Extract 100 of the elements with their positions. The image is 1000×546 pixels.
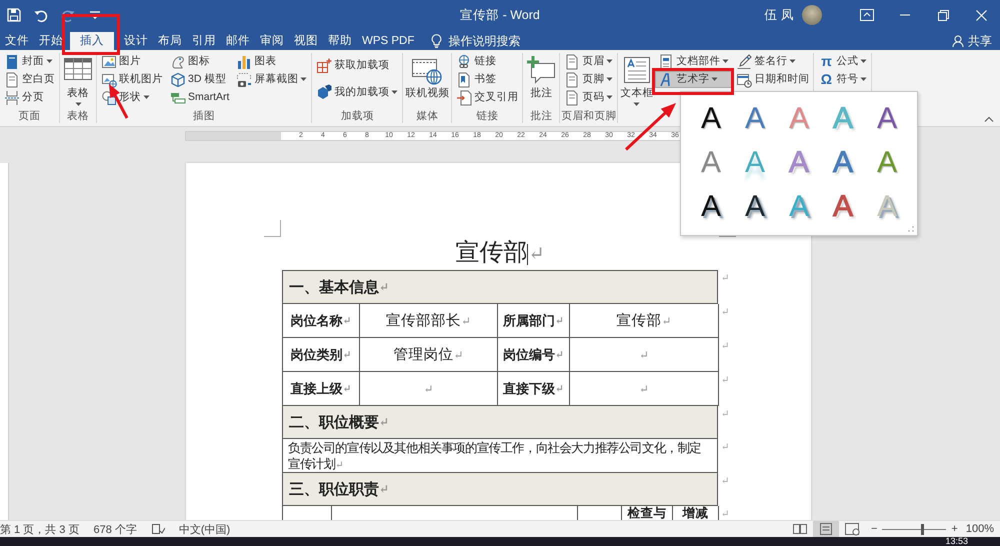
view-button[interactable] <box>812 521 839 537</box>
ribbon-button[interactable]: 图片 <box>98 53 166 70</box>
ribbon-button[interactable]: 表格 <box>61 53 95 108</box>
ribbon-button[interactable]: 联机视频 <box>404 53 450 102</box>
ribbon-button[interactable]: 链接 <box>453 53 522 70</box>
cross-reference-icon <box>456 90 472 106</box>
table-cell: 二、职位概要↵ <box>283 406 718 439</box>
group-label: 插图 <box>193 110 216 122</box>
table-cell: 所属部门↵ <box>498 304 570 338</box>
ribbon-button[interactable]: 艺术字 <box>655 71 732 88</box>
clock-time[interactable]: 13:53 <box>945 537 968 546</box>
group-label: 批注 <box>530 110 552 122</box>
print-view-icon <box>818 522 834 536</box>
bookmark-icon <box>456 72 472 88</box>
ribbon-tab[interactable]: WPS PDF <box>357 32 420 50</box>
page-icon <box>4 72 20 88</box>
user-name: 伍 凤 <box>764 6 794 24</box>
page-count[interactable]: 第 1 页，共 3 页 <box>0 522 80 536</box>
ribbon-button[interactable]: 图标 <box>167 53 232 70</box>
collapse-ribbon-icon[interactable] <box>984 116 994 122</box>
ribbon-button[interactable]: π 公式 <box>815 53 870 70</box>
group-label: 页面 <box>18 110 40 122</box>
ribbon-button[interactable]: 页码 <box>561 89 616 106</box>
tell-me-search[interactable]: 操作说明搜索 <box>448 32 520 50</box>
group-label: 链接 <box>476 110 498 122</box>
ribbon-button[interactable]: Ω 符号 <box>815 71 870 88</box>
share-button[interactable]: 共享 <box>944 32 1000 50</box>
ribbon-tab[interactable]: 插入 <box>70 32 114 50</box>
wordart-style-option[interactable]: A <box>832 146 853 180</box>
margin-mark <box>264 220 281 237</box>
save-icon[interactable] <box>6 7 22 23</box>
page-icon <box>564 54 580 70</box>
ribbon-tab[interactable]: 邮件 <box>221 32 255 50</box>
group-label: 表格 <box>67 110 89 122</box>
ribbon-button[interactable]: 书签 <box>453 71 522 88</box>
ribbon-tab[interactable]: 视图 <box>289 32 323 50</box>
table-cell: 管理岗位↵ <box>360 338 498 372</box>
page-icon <box>564 90 580 106</box>
ribbon-button[interactable]: 文档部件 <box>655 53 732 70</box>
ribbon-tab[interactable]: 引用 <box>187 32 221 50</box>
comment-plus-icon <box>525 55 558 85</box>
grid-plus-icon <box>316 58 332 74</box>
ribbon-button[interactable]: 封面 <box>1 53 58 70</box>
group-label: 加载项 <box>340 110 374 122</box>
ribbon-button[interactable]: 空白页 <box>1 71 58 88</box>
cover-page-icon <box>4 54 20 70</box>
minimize-icon[interactable] <box>900 14 910 16</box>
blocks-icon <box>316 84 332 100</box>
ribbon-button[interactable]: 我的加载项 <box>313 84 402 101</box>
avatar[interactable] <box>802 5 822 25</box>
ribbon-button[interactable]: 交叉引用 <box>453 89 522 106</box>
ribbon-button[interactable]: 签名行 <box>733 53 812 70</box>
resize-grip-icon[interactable] <box>908 226 914 232</box>
ribbon-tab[interactable]: 文件 <box>0 32 34 50</box>
ribbon-button[interactable]: 图表 <box>233 53 310 70</box>
ribbon-button[interactable]: 获取加载项 <box>313 57 402 74</box>
zoom-in-button[interactable]: + <box>951 523 958 535</box>
end-of-row-mark: ↵ <box>721 442 730 453</box>
wordart-style-option[interactable]: A <box>700 190 721 224</box>
document-parts-icon <box>658 54 674 70</box>
ribbon-button[interactable]: 屏幕截图 <box>233 71 310 88</box>
end-of-row-mark: ↵ <box>721 307 730 318</box>
zoom-slider-thumb[interactable] <box>921 524 924 534</box>
end-of-row-mark: ↵ <box>721 409 730 420</box>
window-title: 宣传部 - Word <box>460 6 540 24</box>
table-cell: 岗位类别↵ <box>283 338 360 372</box>
image-globe-icon <box>101 72 117 88</box>
ribbon-button[interactable]: 批注 <box>524 53 558 102</box>
zoom-out-button[interactable]: − <box>870 523 878 535</box>
word-count[interactable]: 678 个字 <box>93 522 137 536</box>
wordart-style-option[interactable]: A <box>744 190 765 224</box>
wordart-style-option[interactable]: A <box>832 190 853 224</box>
table-cell: 宣传部部长↵ <box>360 304 498 338</box>
ribbon-button[interactable]: 3D 模型 <box>167 71 232 88</box>
ribbon-button[interactable]: SmartArt <box>167 89 232 106</box>
restore-icon[interactable] <box>938 10 948 20</box>
ribbon-button[interactable]: 页脚 <box>561 71 616 88</box>
end-of-row-mark: ↵ <box>721 509 730 520</box>
ribbon-tab[interactable]: 审阅 <box>255 32 289 50</box>
ribbon-tab[interactable]: 布局 <box>153 32 187 50</box>
table-cell: 一、基本信息↵ <box>283 271 718 304</box>
ribbon-button[interactable]: 分页 <box>1 89 58 106</box>
wordart-style-option[interactable]: A <box>876 102 897 136</box>
bar-chart-icon <box>236 54 252 70</box>
ribbon-tab[interactable]: 设计 <box>119 32 153 50</box>
ribbon-tab[interactable]: 开始 <box>34 32 68 50</box>
ribbon-button[interactable]: 联机图片 <box>98 71 166 88</box>
proofing-icon[interactable] <box>150 523 165 535</box>
document-title: 宣传部↵ <box>454 238 546 268</box>
image-icon <box>101 54 117 70</box>
ribbon-button[interactable]: 文本框 <box>619 53 654 108</box>
close-icon[interactable] <box>976 10 986 20</box>
ribbon-button[interactable]: 页眉 <box>561 53 616 70</box>
zoom-level[interactable]: 100% <box>966 523 994 535</box>
page-break-icon <box>4 90 20 106</box>
language[interactable]: 中文(中国) <box>178 522 230 536</box>
ribbon-tab[interactable]: 帮助 <box>323 32 357 50</box>
ribbon-button[interactable]: 日期和时间 <box>733 71 812 88</box>
ribbon-display-icon[interactable] <box>860 9 874 21</box>
page-icon <box>564 72 580 88</box>
